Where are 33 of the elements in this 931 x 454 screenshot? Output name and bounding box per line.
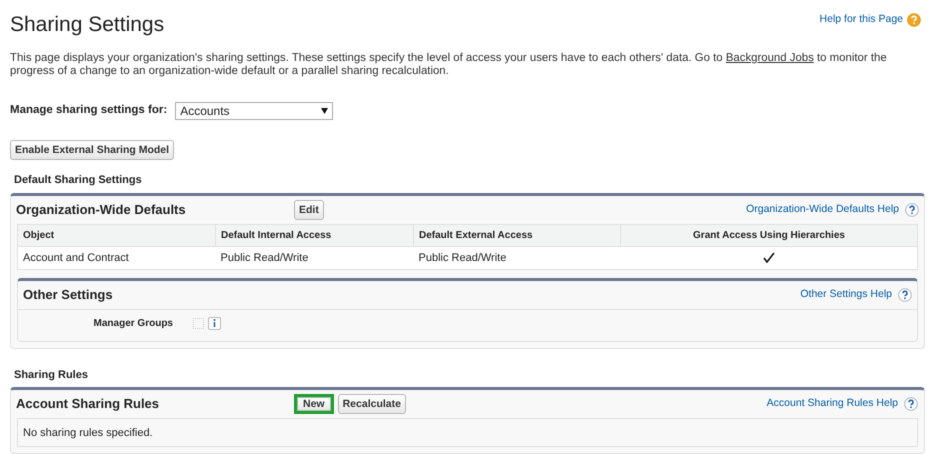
column-header: Object [18,224,216,246]
section-heading: Sharing Rules [14,368,89,382]
help-icon[interactable] [905,202,919,216]
background-jobs-link[interactable]: Background Jobs [726,52,814,64]
panel-title: Organization-Wide Defaults [16,200,187,219]
info-icon[interactable] [208,316,221,330]
checkbox[interactable] [193,318,204,328]
table-cell: Public Read/Write [216,246,414,270]
intro-paragraph: This page displays your organization's sharing settings. These settings specify the level of access your users have to each others' data. Go to Background Jobs to monitor the progress of a change to an organization-wide default or a parallel sharing recalculation. [10,52,888,78]
panel-title: Account Sharing Rules [16,395,160,414]
panel-title: Other Settings [23,286,114,304]
help-icon[interactable] [904,397,918,411]
object-dropdown[interactable]: Accounts [175,102,334,120]
section-heading: Default Sharing Settings [14,173,143,188]
panel-button[interactable]: Recalculate [338,394,406,414]
help-link[interactable]: Organization-Wide Defaults Help [746,202,899,218]
column-header: Default External Access [414,224,620,246]
field-label: Manager Groups [92,316,174,330]
help-link[interactable]: Account Sharing Rules Help [766,396,898,412]
enable-external-sharing-button[interactable]: Enable External Sharing Model [10,140,174,160]
column-header: Default Internal Access [216,224,414,246]
caret-icon [321,108,328,114]
help-icon[interactable] [898,288,912,302]
panel-button[interactable]: Edit [294,200,324,220]
column-header: Grant Access Using Hierarchies [620,224,918,246]
help-link[interactable]: Other Settings Help [800,286,892,303]
help-link[interactable]: Help for this Page [820,12,903,28]
table-cell: Public Read/Write [414,246,620,270]
page-title: Sharing Settings [10,12,164,38]
panel-button[interactable]: New [294,394,334,414]
field-label: Manage sharing settings for: [10,103,168,118]
empty-message: No sharing rules specified. [23,427,153,439]
table-cell: Account and Contract [18,246,216,270]
